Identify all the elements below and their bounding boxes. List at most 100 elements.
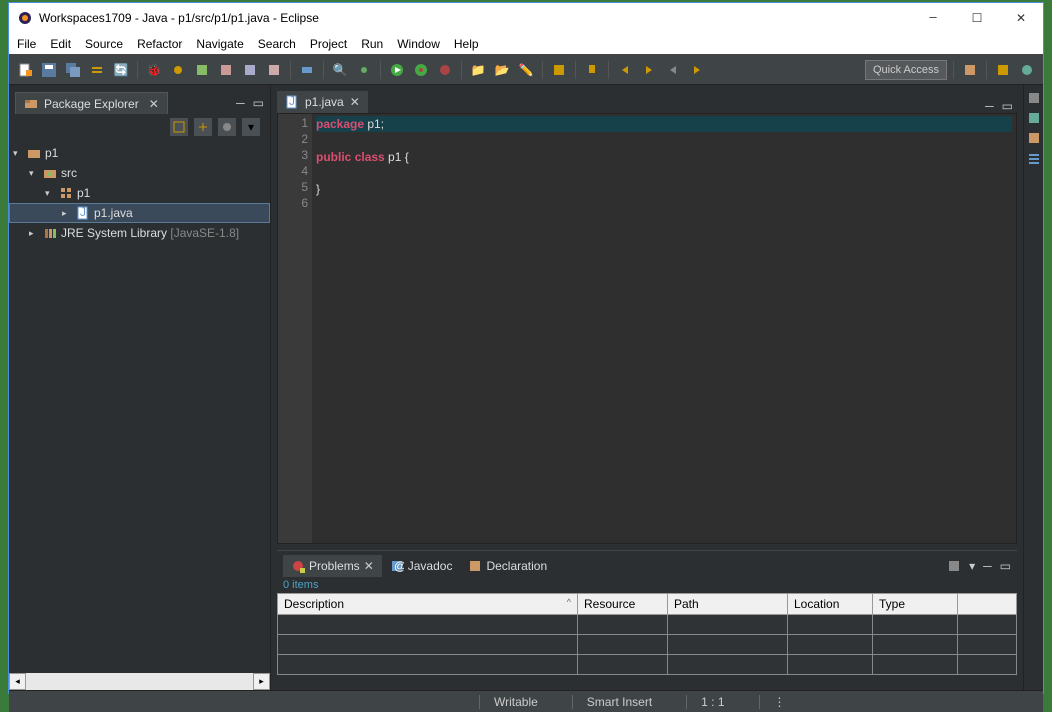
back-icon[interactable] xyxy=(615,60,635,80)
save-all-icon[interactable] xyxy=(63,60,83,80)
tree-jre[interactable]: ▸ JRE System Library [JavaSE-1.8] xyxy=(9,223,270,243)
annotate-icon[interactable] xyxy=(354,60,374,80)
code-content[interactable]: package p1; public class p1 { } xyxy=(312,114,1016,543)
col-resource[interactable]: Resource xyxy=(578,594,668,615)
filters-icon[interactable] xyxy=(947,559,961,573)
close-button[interactable]: ✕ xyxy=(1007,8,1035,28)
new-icon[interactable] xyxy=(15,60,35,80)
edit-icon[interactable]: ✏️ xyxy=(516,60,536,80)
minimize-view-icon[interactable]: ─ xyxy=(236,96,245,110)
maximize-view-icon[interactable]: ▭ xyxy=(1002,99,1013,113)
open-perspective-icon[interactable] xyxy=(960,60,980,80)
maximize-button[interactable]: ☐ xyxy=(963,8,991,28)
code-editor[interactable]: 1 2 3 4 5 6 package p1; public class p1 … xyxy=(277,113,1017,544)
new-project-icon[interactable]: 📁 xyxy=(468,60,488,80)
debug-perspective-icon[interactable] xyxy=(1017,60,1037,80)
scroll-track[interactable] xyxy=(26,673,253,690)
problems-tab[interactable]: Problems ✕ xyxy=(283,555,382,577)
tasks-icon[interactable] xyxy=(1027,151,1041,165)
expand-icon[interactable]: ▾ xyxy=(13,148,23,159)
package-explorer-tab[interactable]: Package Explorer ✕ xyxy=(15,92,168,114)
minimize-button[interactable]: ─ xyxy=(919,8,947,28)
minimize-view-icon[interactable]: ─ xyxy=(985,99,994,113)
outline-view-icon[interactable] xyxy=(1027,91,1041,105)
java-file-icon: J xyxy=(76,206,90,220)
menu-file[interactable]: File xyxy=(17,37,36,51)
javadoc-tab[interactable]: @ Javadoc xyxy=(382,555,461,577)
menu-refactor[interactable]: Refactor xyxy=(137,37,182,51)
expand-icon[interactable]: ▸ xyxy=(29,228,39,239)
maximize-view-icon[interactable]: ▭ xyxy=(253,96,264,110)
save-icon[interactable] xyxy=(39,60,59,80)
scroll-left-icon[interactable]: ◂ xyxy=(9,673,26,690)
build-icon[interactable]: 🔄 xyxy=(111,60,131,80)
forward-icon[interactable] xyxy=(639,60,659,80)
skip-breakpoints-icon[interactable] xyxy=(168,60,188,80)
link-editor-icon[interactable] xyxy=(194,118,212,136)
horizontal-scrollbar[interactable]: ◂ ▸ xyxy=(9,673,270,690)
new-java-package-icon[interactable] xyxy=(216,60,236,80)
tree-project[interactable]: ▾ p1 xyxy=(9,143,270,163)
debug-icon[interactable] xyxy=(411,60,431,80)
table-row[interactable] xyxy=(278,635,1017,655)
editor-area: J p1.java ✕ ─ ▭ 1 2 3 4 5 6 xyxy=(271,85,1023,690)
scroll-right-icon[interactable]: ▸ xyxy=(253,673,270,690)
menu-window[interactable]: Window xyxy=(397,37,440,51)
open-type-icon[interactable] xyxy=(240,60,260,80)
close-icon[interactable]: ✕ xyxy=(350,95,360,109)
table-row[interactable] xyxy=(278,655,1017,675)
new-folder-icon[interactable]: 📂 xyxy=(492,60,512,80)
tree-label: p1 xyxy=(45,146,58,160)
menu-project[interactable]: Project xyxy=(310,37,347,51)
package-tree[interactable]: ▾ p1 ▾ src ▾ p1 ▸ J p1.java xyxy=(9,139,270,673)
back-history-icon[interactable] xyxy=(663,60,683,80)
new-java-class-icon[interactable] xyxy=(192,60,212,80)
run-last-icon[interactable] xyxy=(435,60,455,80)
collapse-all-icon[interactable] xyxy=(170,118,188,136)
search-icon[interactable]: 🔍 xyxy=(330,60,350,80)
task-list-icon[interactable] xyxy=(1027,111,1041,125)
col-location[interactable]: Location xyxy=(788,594,873,615)
bookmarks-icon[interactable] xyxy=(1027,131,1041,145)
menu-edit[interactable]: Edit xyxy=(50,37,71,51)
editor-tab-p1[interactable]: J p1.java ✕ xyxy=(277,91,368,113)
toggle-breadcrumb-icon[interactable] xyxy=(87,60,107,80)
maximize-view-icon[interactable]: ▭ xyxy=(1000,559,1011,573)
status-menu-icon[interactable]: ⋮ xyxy=(759,695,800,709)
table-row[interactable] xyxy=(278,615,1017,635)
package-explorer-pane: Package Explorer ✕ ─ ▭ ▾ ▾ p1 xyxy=(9,85,271,690)
tree-package[interactable]: ▾ p1 xyxy=(9,183,270,203)
open-task-icon[interactable] xyxy=(264,60,284,80)
expand-icon[interactable]: ▸ xyxy=(62,208,72,219)
pin-icon[interactable] xyxy=(582,60,602,80)
menu-source[interactable]: Source xyxy=(85,37,123,51)
col-description[interactable]: Description ^ xyxy=(278,594,578,615)
java-perspective-icon[interactable] xyxy=(993,60,1013,80)
debug-last-icon[interactable]: 🐞 xyxy=(144,60,164,80)
minimize-view-icon[interactable]: ─ xyxy=(983,559,992,573)
tree-file-selected[interactable]: ▸ J p1.java xyxy=(9,203,270,223)
close-icon[interactable]: ✕ xyxy=(364,559,374,573)
forward-history-icon[interactable] xyxy=(687,60,707,80)
expand-icon[interactable]: ▾ xyxy=(45,188,55,199)
col-type[interactable]: Type xyxy=(873,594,958,615)
app-window: Workspaces1709 - Java - p1/src/p1/p1.jav… xyxy=(8,2,1044,694)
menu-search[interactable]: Search xyxy=(258,37,296,51)
team-icon[interactable] xyxy=(549,60,569,80)
quick-access-input[interactable]: Quick Access xyxy=(865,60,947,80)
run-icon[interactable] xyxy=(387,60,407,80)
toggle-mark-icon[interactable] xyxy=(297,60,317,80)
focus-task-icon[interactable] xyxy=(218,118,236,136)
tree-src[interactable]: ▾ src xyxy=(9,163,270,183)
problems-table[interactable]: Description ^ Resource Path Location Typ… xyxy=(277,593,1017,675)
col-path[interactable]: Path xyxy=(668,594,788,615)
close-icon[interactable]: ✕ xyxy=(149,97,159,111)
declaration-tab[interactable]: Declaration xyxy=(460,555,555,577)
menu-navigate[interactable]: Navigate xyxy=(196,37,243,51)
menu-help[interactable]: Help xyxy=(454,37,479,51)
javadoc-icon: @ xyxy=(390,559,404,573)
view-menu-icon[interactable]: ▾ xyxy=(969,559,975,573)
menu-run[interactable]: Run xyxy=(361,37,383,51)
view-menu-icon[interactable]: ▾ xyxy=(242,118,260,136)
expand-icon[interactable]: ▾ xyxy=(29,168,39,179)
